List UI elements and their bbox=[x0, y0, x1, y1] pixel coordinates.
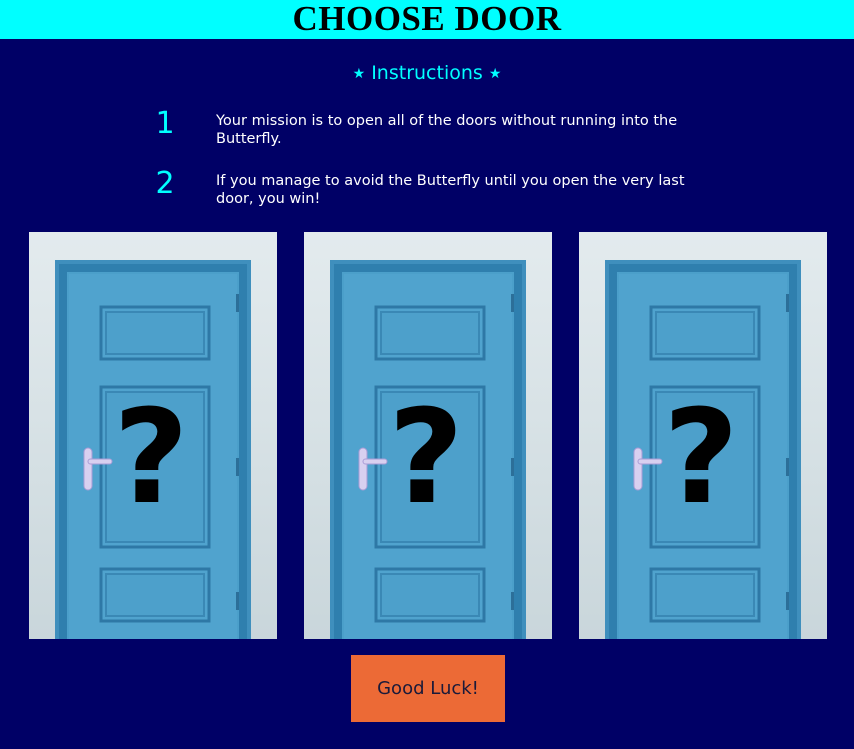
door-row: ? ? ? bbox=[0, 232, 854, 639]
instructions-heading: ★ Instructions ★ bbox=[0, 62, 854, 84]
door-illustration: ? bbox=[605, 260, 801, 639]
page-title: CHOOSE DOOR bbox=[292, 0, 562, 38]
door-2[interactable]: ? bbox=[304, 232, 552, 639]
instruction-step: 2 If you manage to avoid the Butterfly u… bbox=[150, 166, 690, 212]
step-text: If you manage to avoid the Butterfly unt… bbox=[216, 173, 685, 207]
door-illustration: ? bbox=[330, 260, 526, 639]
title-bar: CHOOSE DOOR bbox=[0, 0, 854, 39]
star-icon: ★ bbox=[352, 66, 366, 82]
star-icon: ★ bbox=[488, 66, 502, 82]
step-number: 2 bbox=[155, 166, 175, 201]
door-illustration: ? bbox=[55, 260, 251, 639]
step-text: Your mission is to open all of the doors… bbox=[216, 113, 678, 147]
instructions-heading-label: Instructions bbox=[371, 62, 483, 84]
door-3[interactable]: ? bbox=[579, 232, 827, 639]
question-mark-icon: ? bbox=[663, 381, 738, 533]
step-number: 1 bbox=[155, 106, 175, 141]
instruction-step: 1 Your mission is to open all of the doo… bbox=[150, 106, 690, 152]
door-1[interactable]: ? bbox=[29, 232, 277, 639]
question-mark-icon: ? bbox=[113, 381, 188, 533]
good-luck-button[interactable]: Good Luck! bbox=[351, 655, 505, 722]
question-mark-icon: ? bbox=[388, 381, 463, 533]
